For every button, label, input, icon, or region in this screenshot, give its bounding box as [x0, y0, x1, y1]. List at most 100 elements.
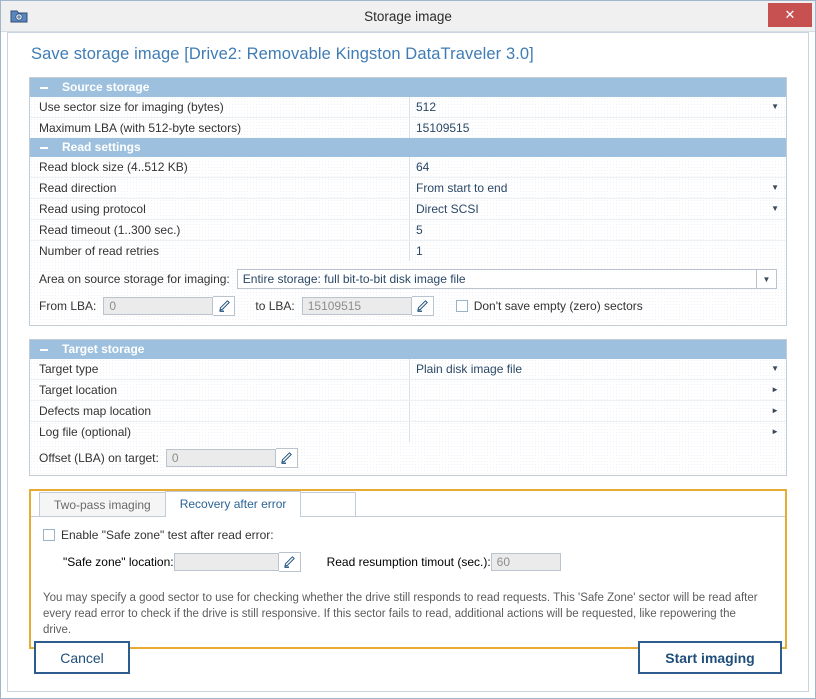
app-folder-icon: [9, 6, 29, 26]
collapse-icon[interactable]: [40, 349, 48, 351]
source-storage-rows: Use sector size for imaging (bytes) 512 …: [30, 97, 786, 138]
tab-two-pass-imaging[interactable]: Two-pass imaging: [39, 492, 166, 516]
row-value[interactable]: 5: [410, 220, 786, 240]
enable-safe-zone-row: Enable "Safe zone" test after read error…: [43, 528, 773, 542]
chevron-down-icon[interactable]: ▼: [771, 97, 779, 117]
safe-zone-location-input[interactable]: [174, 553, 279, 571]
row-label: Use sector size for imaging (bytes): [30, 97, 410, 117]
close-icon[interactable]: ✕: [768, 3, 812, 27]
browse-arrow-icon[interactable]: ►: [771, 380, 779, 400]
row-value[interactable]: ►: [410, 401, 786, 421]
row-label: Read block size (4..512 KB): [30, 157, 410, 177]
table-row[interactable]: Number of read retries 1: [30, 241, 786, 261]
enable-safe-zone-checkbox[interactable]: [43, 529, 55, 541]
chevron-down-icon[interactable]: ▼: [771, 359, 779, 379]
collapse-icon[interactable]: [40, 147, 48, 149]
section-title: Target storage: [62, 340, 144, 359]
edit-pencil-icon[interactable]: [213, 296, 235, 316]
table-row[interactable]: Log file (optional) ►: [30, 422, 786, 442]
row-label: Target location: [30, 380, 410, 400]
table-row[interactable]: Read block size (4..512 KB) 64: [30, 157, 786, 178]
read-resumption-input[interactable]: 60: [491, 553, 561, 571]
row-label: Read timeout (1..300 sec.): [30, 220, 410, 240]
table-row[interactable]: Target location ►: [30, 380, 786, 401]
row-value-text: Direct SCSI: [416, 202, 479, 216]
read-settings-rows: Read block size (4..512 KB) 64 Read dire…: [30, 157, 786, 261]
from-lba-label: From LBA:: [39, 299, 96, 313]
storage-image-window: Storage image ✕ Save storage image [Driv…: [0, 0, 816, 699]
title-bar: Storage image ✕: [1, 1, 815, 32]
edit-pencil-icon[interactable]: [412, 296, 434, 316]
enable-safe-zone-label: Enable "Safe zone" test after read error…: [61, 528, 274, 542]
cancel-button[interactable]: Cancel: [34, 641, 130, 674]
start-imaging-button[interactable]: Start imaging: [638, 641, 782, 674]
recovery-tab-panel: Two-pass imaging Recovery after error En…: [29, 489, 787, 649]
dialog-body: Save storage image [Drive2: Removable Ki…: [7, 32, 809, 692]
tab-strip: Two-pass imaging Recovery after error: [31, 491, 785, 517]
browse-arrow-icon[interactable]: ►: [771, 422, 779, 442]
table-row[interactable]: Read timeout (1..300 sec.) 5: [30, 220, 786, 241]
safe-zone-location-label: "Safe zone" location:: [63, 555, 174, 569]
row-label: Maximum LBA (with 512-byte sectors): [30, 118, 410, 138]
row-value-text: 5: [416, 223, 423, 237]
lba-range-row: From LBA: 0 to LBA: 15109515: [30, 294, 786, 325]
collapse-icon[interactable]: [40, 87, 48, 89]
table-row[interactable]: Use sector size for imaging (bytes) 512 …: [30, 97, 786, 118]
row-value[interactable]: Plain disk image file ▼: [410, 359, 786, 379]
edit-pencil-icon[interactable]: [276, 448, 298, 468]
row-value-text: From start to end: [416, 181, 507, 195]
target-storage-rows: Target type Plain disk image file ▼ Targ…: [30, 359, 786, 442]
row-value[interactable]: 15109515: [410, 118, 786, 138]
source-and-read-panel: Source storage Use sector size for imagi…: [29, 77, 787, 326]
section-header-read-settings[interactable]: Read settings: [30, 138, 786, 157]
tab-strip-filler: [355, 492, 785, 516]
row-value[interactable]: 1: [410, 241, 786, 261]
row-label: Read direction: [30, 178, 410, 198]
row-value[interactable]: 512 ▼: [410, 97, 786, 117]
from-lba-input[interactable]: 0: [103, 297, 213, 315]
row-value[interactable]: From start to end ▼: [410, 178, 786, 198]
row-value-text: 512: [416, 100, 436, 114]
row-value[interactable]: ►: [410, 422, 786, 442]
offset-label: Offset (LBA) on target:: [39, 451, 159, 465]
row-value[interactable]: ►: [410, 380, 786, 400]
chevron-down-icon[interactable]: ▼: [771, 199, 779, 219]
tab-recovery-after-error[interactable]: Recovery after error: [165, 491, 302, 517]
row-label: Number of read retries: [30, 241, 410, 261]
edit-pencil-icon[interactable]: [279, 552, 301, 572]
table-row[interactable]: Read direction From start to end ▼: [30, 178, 786, 199]
chevron-down-icon[interactable]: ▼: [756, 270, 776, 288]
row-value[interactable]: Direct SCSI ▼: [410, 199, 786, 219]
to-lba-input[interactable]: 15109515: [302, 297, 412, 315]
imaging-area-select[interactable]: Entire storage: full bit-to-bit disk ima…: [237, 269, 777, 289]
section-title: Source storage: [62, 78, 149, 97]
row-label: Target type: [30, 359, 410, 379]
window-title: Storage image: [1, 9, 815, 24]
dont-save-empty-label: Don't save empty (zero) sectors: [474, 299, 643, 313]
target-storage-panel: Target storage Target type Plain disk im…: [29, 339, 787, 476]
section-header-source-storage[interactable]: Source storage: [30, 78, 786, 97]
imaging-area-label: Area on source storage for imaging:: [39, 272, 230, 286]
row-value-text: 64: [416, 160, 429, 174]
chevron-down-icon[interactable]: ▼: [771, 178, 779, 198]
row-label: Defects map location: [30, 401, 410, 421]
table-row[interactable]: Defects map location ►: [30, 401, 786, 422]
imaging-area-row: Area on source storage for imaging: Enti…: [30, 261, 786, 294]
dont-save-empty-checkbox[interactable]: [456, 300, 468, 312]
to-lba-label: to LBA:: [255, 299, 294, 313]
section-header-target-storage[interactable]: Target storage: [30, 340, 786, 359]
page-title: Save storage image [Drive2: Removable Ki…: [8, 33, 808, 64]
row-label: Log file (optional): [30, 422, 410, 442]
table-row[interactable]: Maximum LBA (with 512-byte sectors) 1510…: [30, 118, 786, 138]
read-resumption-label: Read resumption timout (sec.):: [327, 555, 491, 569]
dialog-footer: Cancel Start imaging: [8, 627, 808, 691]
offset-input[interactable]: 0: [166, 449, 276, 467]
row-value-text: 15109515: [416, 121, 469, 135]
section-title: Read settings: [62, 138, 141, 157]
table-row[interactable]: Read using protocol Direct SCSI ▼: [30, 199, 786, 220]
table-row[interactable]: Target type Plain disk image file ▼: [30, 359, 786, 380]
browse-arrow-icon[interactable]: ►: [771, 401, 779, 421]
offset-row: Offset (LBA) on target: 0: [30, 442, 786, 475]
row-value[interactable]: 64: [410, 157, 786, 177]
safe-zone-location-row: "Safe zone" location: Read resumption ti…: [43, 552, 773, 572]
